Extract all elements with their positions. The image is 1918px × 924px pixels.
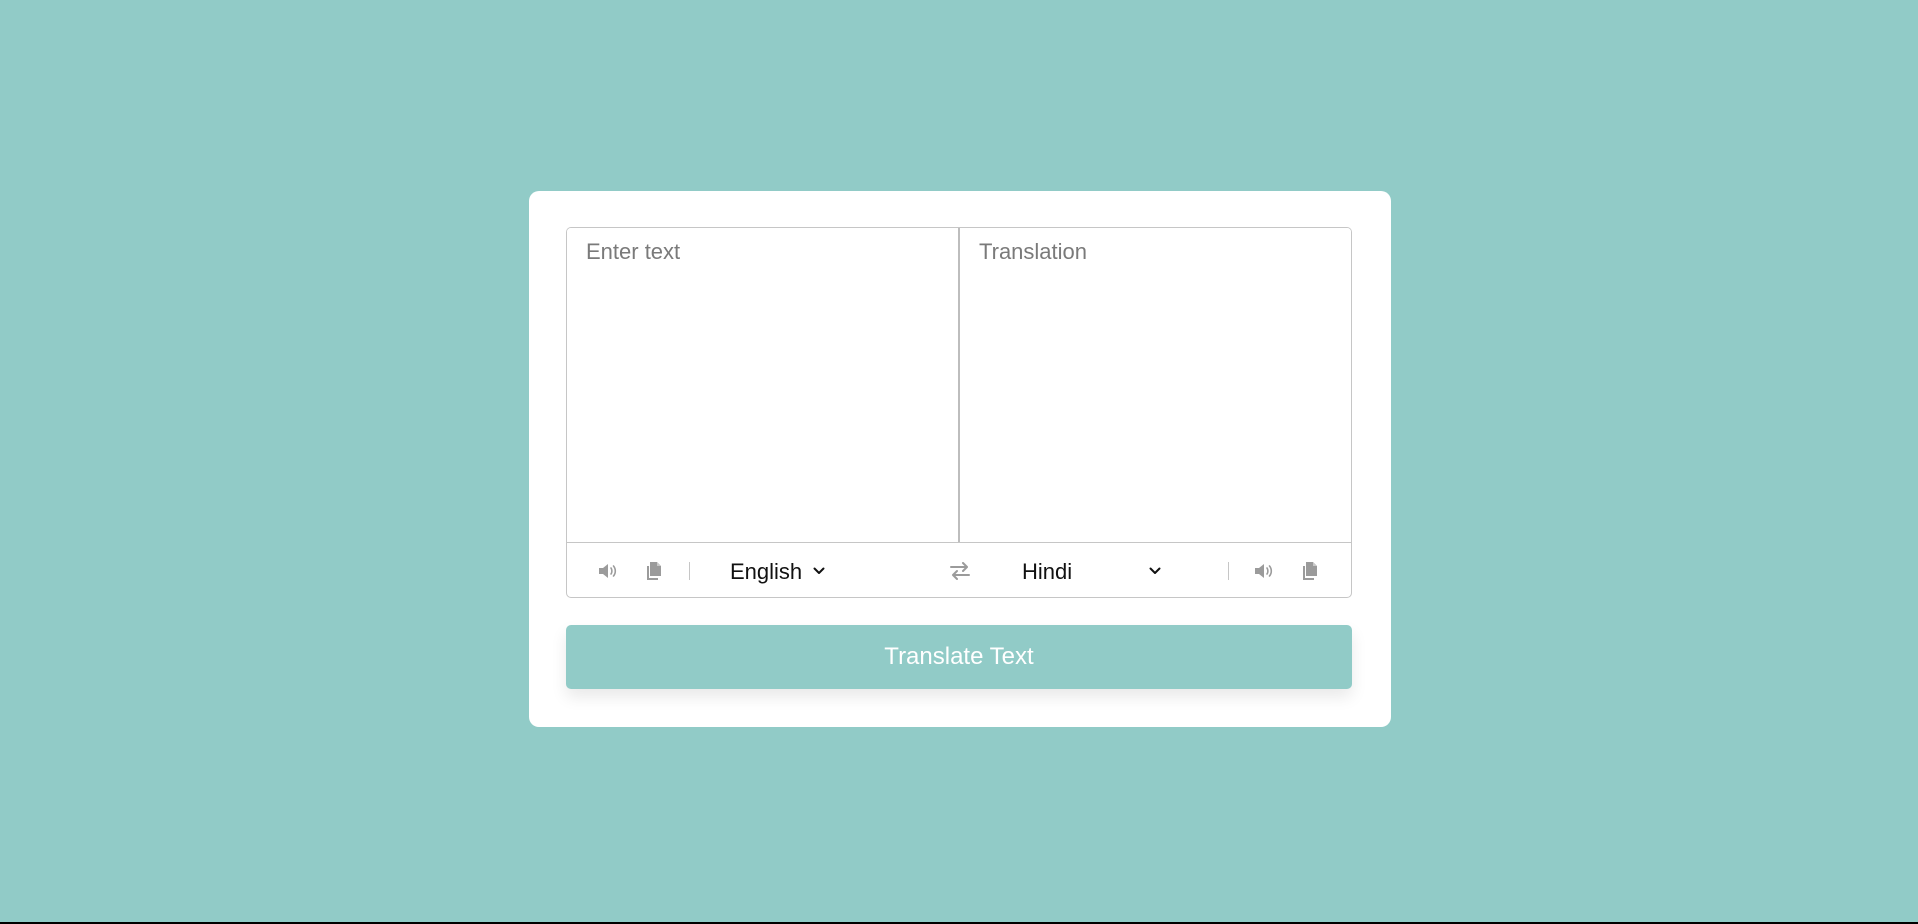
chevron-down-icon[interactable]: [1149, 562, 1161, 580]
target-language-select[interactable]: Hindi: [1022, 558, 1161, 584]
translate-button[interactable]: Translate Text: [566, 625, 1352, 689]
divider: [689, 562, 690, 580]
chevron-down-icon[interactable]: [813, 562, 825, 580]
target-language-dropdown[interactable]: Hindi: [1022, 558, 1073, 584]
translator-card: English Hindi: [529, 191, 1391, 727]
copy-icon[interactable]: [1299, 560, 1321, 582]
source-language-dropdown[interactable]: English: [730, 558, 803, 584]
to-icons: [1228, 543, 1351, 597]
controls-bar: English Hindi: [567, 543, 1351, 597]
divider: [1228, 562, 1229, 580]
translation-output[interactable]: [958, 228, 1351, 542]
speaker-icon[interactable]: [597, 560, 619, 582]
translator-wrapper: English Hindi: [566, 227, 1352, 598]
speaker-icon[interactable]: [1253, 560, 1275, 582]
source-text-input[interactable]: [567, 228, 958, 542]
from-controls: English: [567, 543, 959, 597]
text-input-area: [567, 228, 1351, 543]
source-language-select[interactable]: English: [730, 558, 825, 584]
exchange-icon[interactable]: [949, 560, 971, 582]
to-controls: Hindi: [959, 543, 1351, 597]
copy-icon[interactable]: [643, 560, 665, 582]
from-icons: [567, 543, 690, 597]
